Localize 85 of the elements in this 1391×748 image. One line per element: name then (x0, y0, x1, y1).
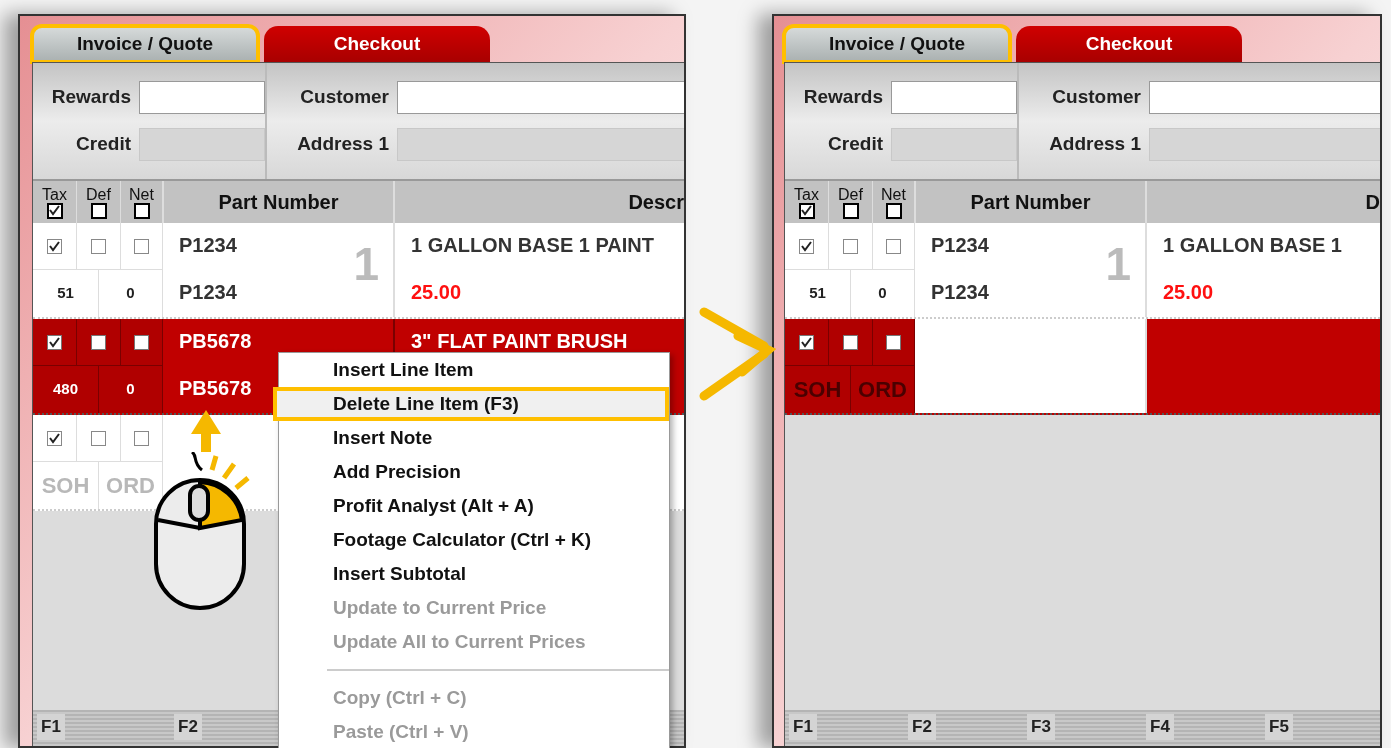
column-header: Net (129, 185, 154, 203)
input-field[interactable] (397, 81, 684, 114)
line-number: 1 (353, 241, 379, 287)
tab[interactable]: Checkout (1016, 26, 1242, 62)
checkbox[interactable] (799, 238, 814, 254)
checkbox[interactable] (91, 334, 106, 350)
column-header: Net (881, 185, 906, 203)
input-field[interactable] (139, 81, 265, 114)
checkbox[interactable] (91, 430, 106, 446)
table-row[interactable]: 51 0 P1234 P1234 1 1 GALLON BASE 1 PAINT 25.00 (33, 223, 684, 319)
checkbox[interactable] (47, 430, 62, 446)
function-key[interactable]: F1 (789, 714, 817, 740)
field-label: Customer (299, 85, 389, 110)
column-header: D (1364, 190, 1380, 215)
field-label: Address 1 (1048, 132, 1141, 157)
checkbox[interactable] (47, 334, 62, 350)
column-header: Def (86, 185, 111, 203)
item-price: 25.00 (1163, 279, 1214, 305)
function-key[interactable]: F2 (174, 714, 202, 740)
input-field[interactable] (1149, 81, 1380, 114)
function-key[interactable]: F5 (1265, 714, 1293, 740)
stock-placeholder: SOH (793, 376, 842, 404)
menu-item[interactable]: Insert Line Item (279, 353, 669, 387)
part-number: P1234 (179, 232, 237, 258)
column-header: Def (838, 185, 863, 203)
table-row[interactable]: 51 0 P1234 P1234 1 1 GALLON BASE 1 25.00 (785, 223, 1380, 319)
menu-item[interactable]: Insert Subtotal (279, 557, 669, 591)
menu-item[interactable]: Insert Note (279, 421, 669, 455)
tab[interactable]: Invoice / Quote (784, 26, 1010, 62)
part-number: PB5678 (179, 375, 252, 401)
menu-item[interactable]: Profit Analyst (Alt + A) (279, 489, 669, 523)
stock-placeholder: ORD (858, 376, 907, 404)
field-label: Credit (827, 132, 883, 157)
field-label: Rewards (802, 85, 883, 110)
checkbox[interactable] (134, 334, 149, 350)
menu-item[interactable]: Footage Calculator (Ctrl + K) (279, 523, 669, 557)
stock-placeholder: ORD (106, 472, 155, 500)
item-description: 1 GALLON BASE 1 PAINT (411, 232, 654, 258)
input-field[interactable] (891, 81, 1017, 114)
stock-count: 0 (126, 379, 135, 400)
up-arrow (191, 410, 221, 452)
checkbox[interactable] (90, 202, 107, 219)
stock-count: 0 (126, 283, 135, 304)
column-header: Tax (42, 185, 67, 203)
function-key[interactable]: F4 (1146, 714, 1174, 740)
field-label: Credit (75, 132, 131, 157)
checkbox[interactable] (134, 430, 149, 446)
menu-item[interactable]: Delete Line Item (F3) (273, 387, 669, 421)
field-label: Rewards (50, 85, 131, 110)
checkbox[interactable] (134, 238, 149, 254)
stock-count: 51 (809, 283, 826, 304)
stock-count: 51 (57, 283, 74, 304)
column-header: Descr (627, 190, 684, 215)
checkbox[interactable] (842, 202, 859, 219)
item-price: 25.00 (411, 279, 462, 305)
checkbox[interactable] (46, 202, 63, 219)
function-key[interactable]: F3 (1027, 714, 1055, 740)
part-number: P1234 (931, 232, 989, 258)
stock-count: 0 (878, 283, 887, 304)
part-number: P1234 (931, 279, 989, 305)
checkbox[interactable] (886, 334, 901, 350)
stock-placeholder: SOH (41, 472, 90, 500)
checkbox[interactable] (885, 202, 902, 219)
checkbox[interactable] (91, 238, 106, 254)
checkbox[interactable] (133, 202, 150, 219)
menu-item[interactable]: Add Precision (279, 455, 669, 489)
checkbox[interactable] (843, 334, 858, 350)
stock-count: 480 (53, 379, 78, 400)
field-label: Customer (1051, 85, 1141, 110)
field-label: Address 1 (296, 132, 389, 157)
checkbox[interactable] (798, 202, 815, 219)
tab[interactable]: Checkout (264, 26, 490, 62)
function-key[interactable]: F2 (908, 714, 936, 740)
part-number: P1234 (179, 279, 237, 305)
part-number: PB5678 (179, 328, 252, 354)
item-description: 3" FLAT PAINT BRUSH (411, 329, 628, 354)
column-header: Tax (794, 185, 819, 203)
item-description: 1 GALLON BASE 1 (1163, 232, 1342, 258)
checkbox[interactable] (886, 238, 901, 254)
checkbox[interactable] (47, 238, 62, 254)
checkbox[interactable] (843, 238, 858, 254)
line-number: 1 (1105, 241, 1131, 287)
checkbox[interactable] (799, 334, 814, 350)
tab[interactable]: Invoice / Quote (32, 26, 258, 62)
function-key[interactable]: F1 (37, 714, 65, 740)
